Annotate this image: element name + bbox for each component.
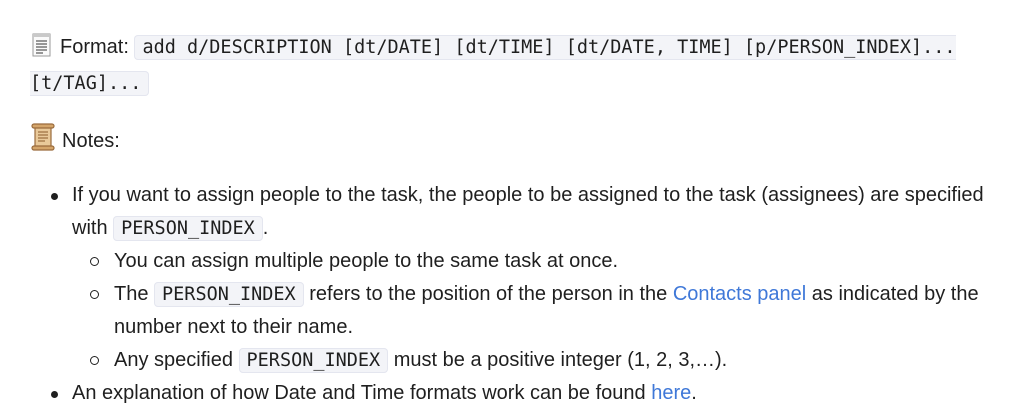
format-label: Format: — [60, 36, 129, 58]
document-page: Format: add d/DESCRIPTION [dt/DATE] [dt/… — [0, 0, 1010, 415]
list-item-text: Any specified — [114, 349, 233, 371]
list-item-text: . — [691, 382, 697, 404]
sub-list-item-multiple: You can assign multiple people to the sa… — [72, 245, 1010, 278]
sub-list: You can assign multiple people to the sa… — [72, 245, 1010, 377]
format-code: add d/DESCRIPTION [dt/DATE] [dt/TIME] [d… — [30, 35, 956, 96]
notes-heading: Notes: — [30, 123, 1010, 160]
sub-list-item-positive-integer: Any specified PERSON_INDEX must be a pos… — [72, 344, 1010, 377]
contacts-panel-link[interactable]: Contacts panel — [673, 283, 806, 305]
list-item-assignees: If you want to assign people to the task… — [30, 179, 1010, 377]
person-index-code: PERSON_INDEX — [154, 282, 304, 307]
notes-label: Notes: — [62, 130, 120, 152]
list-item-date-time: An explanation of how Date and Time form… — [30, 377, 1010, 410]
list-item-text: The — [114, 283, 149, 305]
page-with-lines-icon — [30, 33, 54, 67]
here-link[interactable]: here — [651, 382, 691, 404]
list-item-text: refers to the position of the person in … — [309, 283, 668, 305]
list-item-text: must be a positive integer (1, 2, 3,…). — [393, 349, 728, 371]
person-index-code: PERSON_INDEX — [113, 216, 263, 241]
scroll-icon — [30, 123, 56, 160]
list-item-text: An explanation of how Date and Time form… — [72, 382, 646, 404]
list-item-text: You can assign multiple people to the sa… — [114, 250, 619, 272]
notes-list: If you want to assign people to the task… — [30, 179, 1010, 410]
list-item-text: . — [262, 217, 269, 239]
sub-list-item-position: The PERSON_INDEX refers to the position … — [72, 278, 1010, 344]
format-line: Format: add d/DESCRIPTION [dt/DATE] [dt/… — [30, 31, 1010, 99]
person-index-code: PERSON_INDEX — [238, 348, 389, 373]
